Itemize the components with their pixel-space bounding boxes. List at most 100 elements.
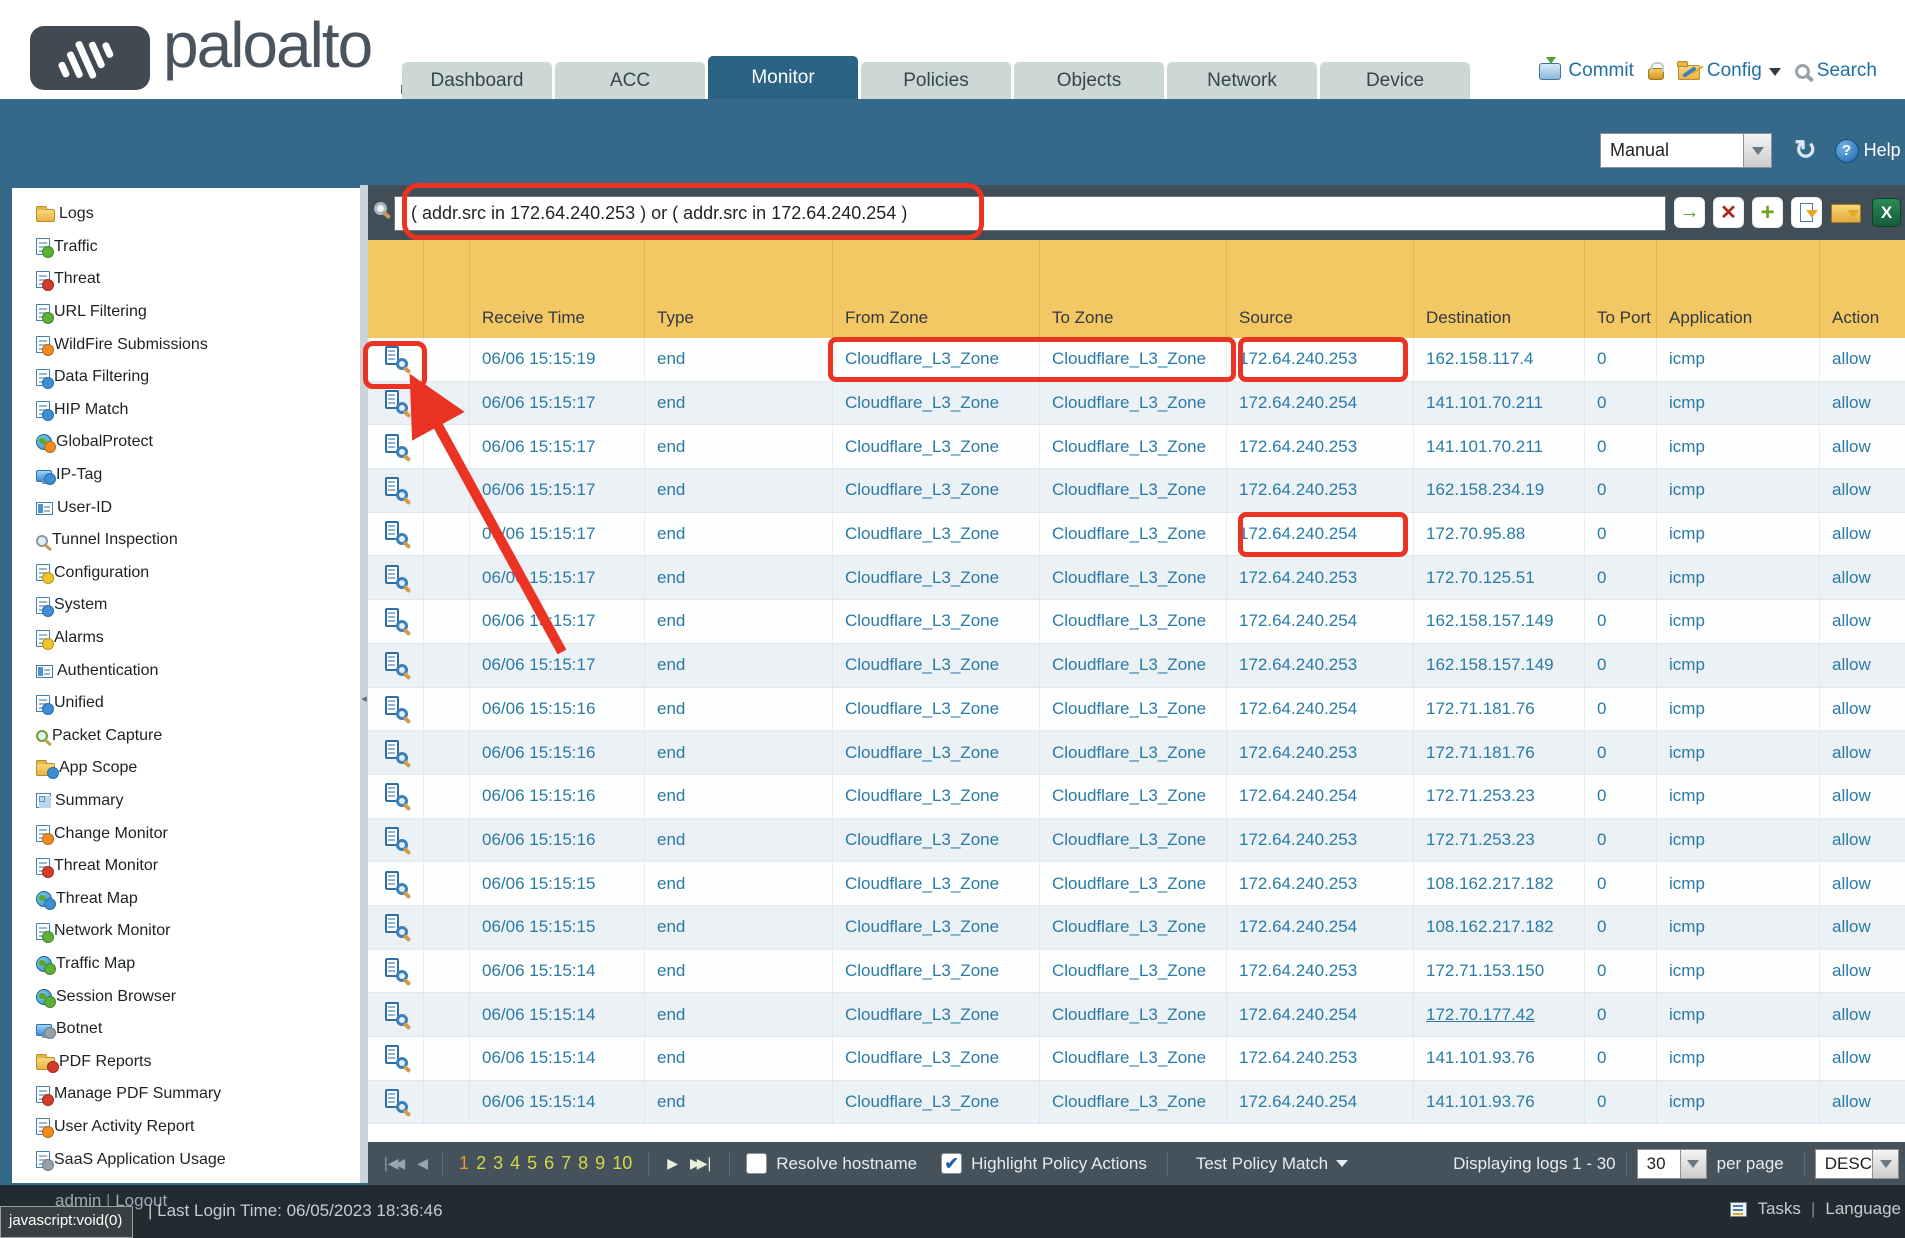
cell-destination[interactable]: 172.71.253.23 — [1414, 775, 1585, 818]
cell-action[interactable]: allow — [1820, 513, 1905, 556]
page-number[interactable]: 4 — [510, 1153, 520, 1174]
sort-order-dropdown-button[interactable] — [1873, 1149, 1899, 1179]
cell-destination[interactable]: 172.71.181.76 — [1414, 688, 1585, 731]
cell-application[interactable]: icmp — [1657, 425, 1820, 468]
cell-to-port[interactable]: 0 — [1585, 1081, 1657, 1124]
cell-to-zone[interactable]: Cloudflare_L3_Zone — [1040, 382, 1227, 425]
column-header-from-zone[interactable]: From Zone — [833, 240, 1040, 338]
cell-destination[interactable]: 172.70.95.88 — [1414, 513, 1585, 556]
cell-application[interactable]: icmp — [1657, 1081, 1820, 1124]
column-header-source[interactable]: Source — [1227, 240, 1414, 338]
column-header-destination[interactable]: Destination — [1414, 240, 1585, 338]
cell-source[interactable]: 172.64.240.253 — [1227, 425, 1414, 468]
cell-type[interactable]: end — [645, 556, 833, 599]
cell-action[interactable]: allow — [1820, 731, 1905, 774]
sidebar-item[interactable]: Logs — [12, 198, 360, 231]
cell-from-zone[interactable]: Cloudflare_L3_Zone — [833, 644, 1040, 687]
cell-application[interactable]: icmp — [1657, 731, 1820, 774]
cell-to-zone[interactable]: Cloudflare_L3_Zone — [1040, 688, 1227, 731]
table-row[interactable]: 06/06 15:15:17 end Cloudflare_L3_Zone Cl… — [368, 513, 1905, 557]
cell-source[interactable]: 172.64.240.253 — [1227, 1037, 1414, 1080]
cell-type[interactable]: end — [645, 862, 833, 905]
test-policy-match-button[interactable]: Test Policy Match — [1196, 1154, 1348, 1174]
cell-to-port[interactable]: 0 — [1585, 425, 1657, 468]
cell-source[interactable]: 172.64.240.254 — [1227, 600, 1414, 643]
cell-to-zone[interactable]: Cloudflare_L3_Zone — [1040, 731, 1227, 774]
log-detail-icon[interactable] — [383, 521, 409, 547]
sidebar-item[interactable]: Data Filtering — [12, 361, 360, 394]
sidebar-item[interactable]: System — [12, 589, 360, 622]
table-row[interactable]: 06/06 15:15:16 end Cloudflare_L3_Zone Cl… — [368, 819, 1905, 863]
cell-to-port[interactable]: 0 — [1585, 819, 1657, 862]
cell-destination[interactable]: 108.162.217.182 — [1414, 862, 1585, 905]
sidebar-item[interactable]: Tunnel Inspection — [12, 524, 360, 557]
table-row[interactable]: 06/06 15:15:16 end Cloudflare_L3_Zone Cl… — [368, 688, 1905, 732]
cell-from-zone[interactable]: Cloudflare_L3_Zone — [833, 1037, 1040, 1080]
cell-from-zone[interactable]: Cloudflare_L3_Zone — [833, 906, 1040, 949]
cell-receive-time[interactable]: 06/06 15:15:17 — [470, 425, 645, 468]
cell-type[interactable]: end — [645, 688, 833, 731]
cell-type[interactable]: end — [645, 1037, 833, 1080]
log-detail-icon[interactable] — [383, 783, 409, 809]
log-detail-icon[interactable] — [383, 1089, 409, 1115]
refresh-mode-select[interactable]: Manual — [1600, 133, 1744, 168]
sidebar-item[interactable]: PDF Reports — [12, 1045, 360, 1078]
apply-filter-icon[interactable]: → — [1674, 197, 1705, 228]
help-icon[interactable]: ? — [1835, 139, 1859, 163]
sidebar-item[interactable]: Threat Monitor — [12, 850, 360, 883]
per-page-select[interactable]: 30 — [1637, 1149, 1681, 1179]
sidebar-item[interactable]: Traffic Map — [12, 948, 360, 981]
cell-source[interactable]: 172.64.240.253 — [1227, 338, 1414, 381]
cell-action[interactable]: allow — [1820, 819, 1905, 862]
cell-source[interactable]: 172.64.240.254 — [1227, 688, 1414, 731]
cell-action[interactable]: allow — [1820, 862, 1905, 905]
cell-application[interactable]: icmp — [1657, 469, 1820, 512]
log-detail-icon[interactable] — [383, 608, 409, 634]
table-row[interactable]: 06/06 15:15:19 end Cloudflare_L3_Zone Cl… — [368, 338, 1905, 382]
cell-type[interactable]: end — [645, 775, 833, 818]
cell-application[interactable]: icmp — [1657, 382, 1820, 425]
cell-to-zone[interactable]: Cloudflare_L3_Zone — [1040, 950, 1227, 993]
cell-receive-time[interactable]: 06/06 15:15:14 — [470, 1037, 645, 1080]
cell-to-zone[interactable]: Cloudflare_L3_Zone — [1040, 862, 1227, 905]
cell-to-port[interactable]: 0 — [1585, 1037, 1657, 1080]
cell-source[interactable]: 172.64.240.254 — [1227, 993, 1414, 1036]
cell-application[interactable]: icmp — [1657, 338, 1820, 381]
tab-acc[interactable]: ACC — [555, 62, 705, 99]
table-row[interactable]: 06/06 15:15:15 end Cloudflare_L3_Zone Cl… — [368, 906, 1905, 950]
sidebar-item[interactable]: Configuration — [12, 557, 360, 590]
sidebar-item[interactable]: IP-Tag — [12, 459, 360, 492]
column-header-action[interactable]: Action — [1820, 240, 1905, 338]
column-header-type[interactable]: Type — [645, 240, 833, 338]
lock-icon[interactable] — [1648, 68, 1664, 80]
search-button[interactable]: Search — [1795, 60, 1877, 82]
cell-type[interactable]: end — [645, 382, 833, 425]
cell-from-zone[interactable]: Cloudflare_L3_Zone — [833, 469, 1040, 512]
cell-action[interactable]: allow — [1820, 425, 1905, 468]
column-header-receive-time[interactable]: Receive Time — [470, 240, 645, 338]
cell-to-port[interactable]: 0 — [1585, 556, 1657, 599]
cell-from-zone[interactable]: Cloudflare_L3_Zone — [833, 950, 1040, 993]
cell-source[interactable]: 172.64.240.254 — [1227, 1081, 1414, 1124]
sidebar-item[interactable]: Traffic — [12, 231, 360, 264]
log-detail-icon[interactable] — [383, 958, 409, 984]
cell-receive-time[interactable]: 06/06 15:15:14 — [470, 993, 645, 1036]
cell-application[interactable]: icmp — [1657, 993, 1820, 1036]
log-detail-icon[interactable] — [383, 652, 409, 678]
cell-destination[interactable]: 141.101.70.211 — [1414, 382, 1585, 425]
cell-from-zone[interactable]: Cloudflare_L3_Zone — [833, 425, 1040, 468]
column-header-application[interactable]: Application — [1657, 240, 1820, 338]
log-detail-icon[interactable] — [383, 434, 409, 460]
cell-destination[interactable]: 172.70.177.42 — [1414, 993, 1585, 1036]
cell-receive-time[interactable]: 06/06 15:15:17 — [470, 382, 645, 425]
highlight-policy-actions-checkbox[interactable]: ✔ — [941, 1153, 962, 1174]
column-header-to-zone[interactable]: To Zone — [1040, 240, 1227, 338]
cell-action[interactable]: allow — [1820, 1081, 1905, 1124]
cell-to-zone[interactable]: Cloudflare_L3_Zone — [1040, 338, 1227, 381]
cell-to-zone[interactable]: Cloudflare_L3_Zone — [1040, 600, 1227, 643]
cell-from-zone[interactable]: Cloudflare_L3_Zone — [833, 731, 1040, 774]
cell-from-zone[interactable]: Cloudflare_L3_Zone — [833, 1081, 1040, 1124]
cell-receive-time[interactable]: 06/06 15:15:16 — [470, 688, 645, 731]
cell-to-zone[interactable]: Cloudflare_L3_Zone — [1040, 1081, 1227, 1124]
cell-receive-time[interactable]: 06/06 15:15:16 — [470, 775, 645, 818]
